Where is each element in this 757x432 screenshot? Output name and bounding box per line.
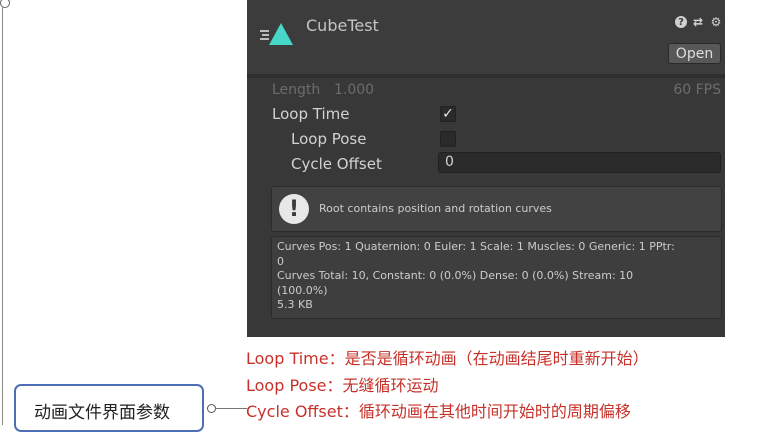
left-border-line [0,0,15,425]
help-icon[interactable]: ? [675,16,687,28]
length-label: Length [272,82,321,98]
inspector-header: CubeTest ? ⇄ ⚙ Open [247,0,725,75]
annotation-loop-time: Loop Time：是否是循环动画（在动画结尾时重新开始） [246,349,649,368]
animation-clip-inspector: CubeTest ? ⇄ ⚙ Open Length 1.000 60 FPS … [247,0,725,337]
help-message: Root contains position and rotation curv… [319,202,552,215]
curve-stats-box: Curves Pos: 1 Quaternion: 0 Euler: 1 Sca… [271,236,722,319]
header-icon-group: ? ⇄ ⚙ [675,15,723,29]
clip-title: CubeTest [306,16,379,35]
root-motion-info-box: ! Root contains position and rotation cu… [271,186,722,232]
header-divider [247,74,725,78]
topic-tag-label: 动画文件界面参数 [34,403,170,423]
loop-time-label: Loop Time [272,105,350,123]
curve-info-line: 0 [277,254,284,268]
checkmark-icon: ✓ [442,106,454,122]
loop-pose-checkbox[interactable] [440,131,456,147]
curve-info-line: 5.3 KB [277,298,313,311]
connector-dot [0,0,10,8]
curve-info-line: Curves Total: 10, Constant: 0 (0.0%) Den… [277,269,634,282]
open-button[interactable]: Open [668,43,721,64]
annotation-cycle-offset: Cycle Offset：循环动画在其他时间开始时的周期偏移 [246,402,631,421]
annotation-loop-pose: Loop Pose：无缝循环运动 [246,376,439,395]
loop-pose-label: Loop Pose [291,130,367,148]
length-value: 1.000 [334,82,375,98]
fps-readout: 60 FPS [673,82,721,98]
cycle-offset-label: Cycle Offset [291,155,382,173]
connector-line [215,408,247,409]
curve-info-line: (100.0%) [277,283,328,297]
loop-time-checkbox[interactable]: ✓ [440,106,456,122]
animation-clip-icon [260,23,293,45]
warning-exclamation-icon: ! [279,194,309,224]
settings-gear-icon[interactable]: ⚙ [709,15,723,29]
preset-sliders-icon[interactable]: ⇄ [691,15,705,29]
curve-info-line: Curves Pos: 1 Quaternion: 0 Euler: 1 Sca… [277,240,675,253]
cycle-offset-field[interactable]: 0 [438,152,721,173]
